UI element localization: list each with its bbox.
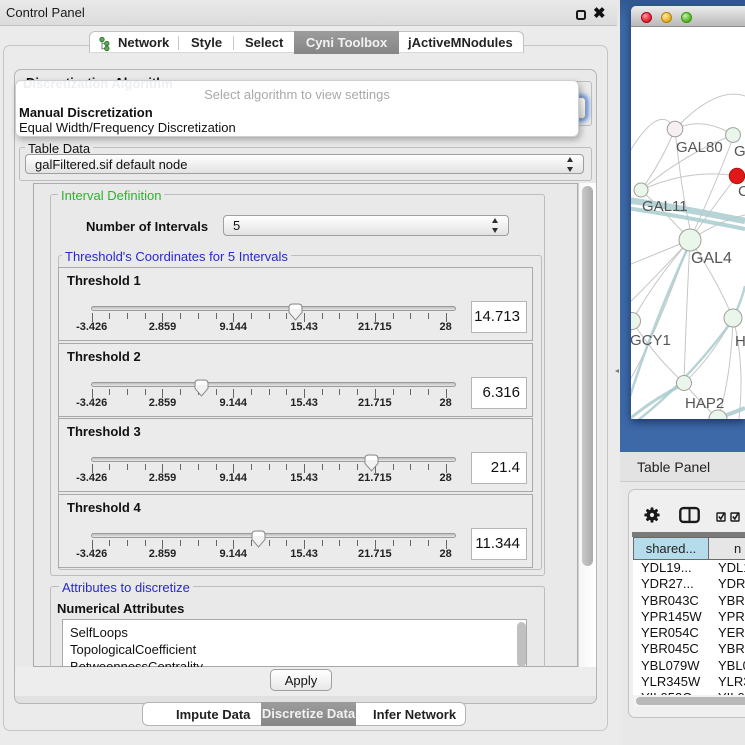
- svg-text:GAL4: GAL4: [691, 250, 732, 267]
- svg-text:HAP2: HAP2: [685, 395, 724, 412]
- svg-text:HA: HA: [735, 333, 745, 350]
- svg-text:C: C: [738, 183, 745, 200]
- svg-text:GCY1: GCY1: [631, 332, 671, 349]
- svg-text:GA: GA: [734, 143, 745, 160]
- svg-text:GAL80: GAL80: [676, 139, 723, 156]
- svg-text:GAL11: GAL11: [642, 198, 688, 215]
